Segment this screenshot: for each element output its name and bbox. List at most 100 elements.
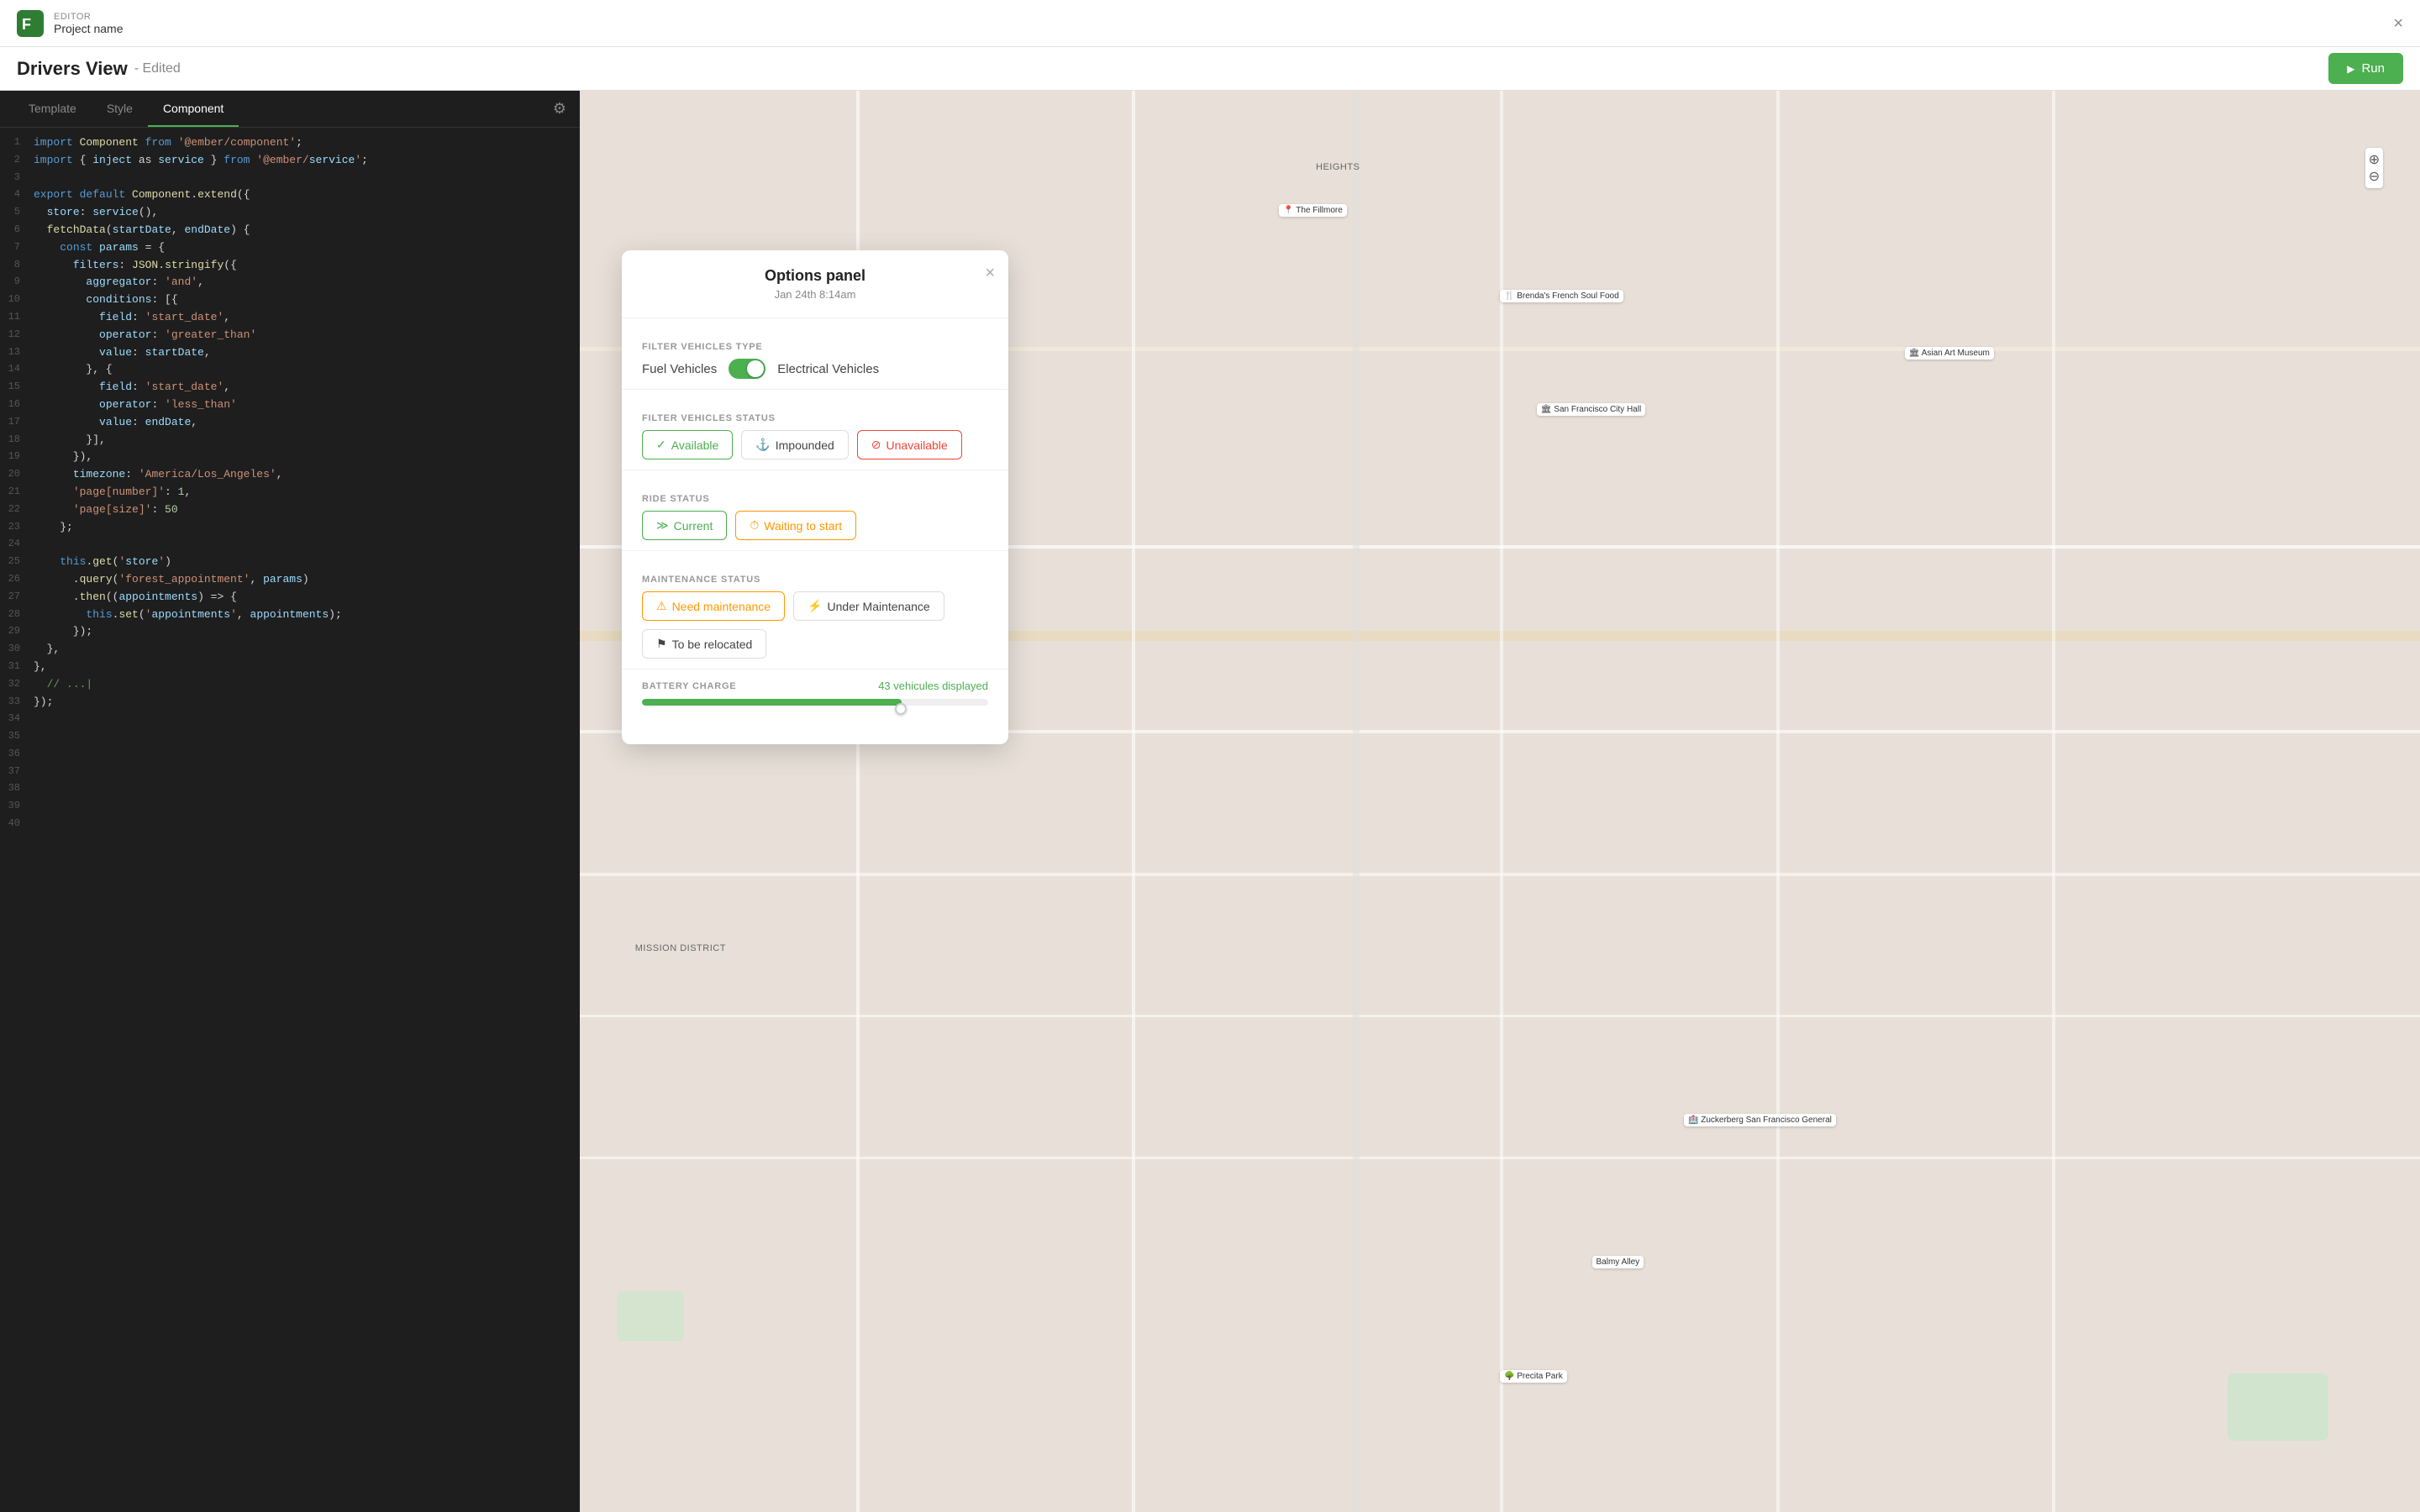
filter-icon[interactable]: ⚙ xyxy=(553,100,566,118)
poi-fillmore: 📍 The Fillmore xyxy=(1279,204,1347,217)
line-content: filters: JSON.stringify({ xyxy=(34,257,237,275)
svg-text:F: F xyxy=(22,16,31,33)
map-label-heights: HEIGHTS xyxy=(1316,162,1360,172)
status-available-btn[interactable]: ✓ Available xyxy=(642,430,733,459)
battery-track[interactable] xyxy=(642,699,988,706)
line-number: 22 xyxy=(7,501,34,517)
code-editor[interactable]: 1import Component from '@ember/component… xyxy=(0,128,580,1512)
code-line-21: 21 'page[number]': 1, xyxy=(0,484,580,501)
line-content xyxy=(34,764,40,781)
line-number: 19 xyxy=(7,449,34,465)
fuel-vehicles-toggle[interactable] xyxy=(729,359,765,379)
filter-vehicles-type-content: Fuel Vehicles Electrical Vehicles xyxy=(622,359,1008,379)
line-number: 21 xyxy=(7,484,34,500)
line-content: import { inject as service } from '@embe… xyxy=(34,152,368,170)
code-line-20: 20 timezone: 'America/Los_Angeles', xyxy=(0,466,580,484)
line-number: 3 xyxy=(7,170,34,186)
line-number: 4 xyxy=(7,186,34,202)
line-number: 2 xyxy=(7,152,34,168)
line-number: 11 xyxy=(7,309,34,325)
view-title: Drivers View - Edited xyxy=(17,58,181,80)
line-number: 27 xyxy=(7,589,34,605)
ride-current-label: Current xyxy=(674,519,713,533)
line-content: this.set('appointments', appointments); xyxy=(34,606,342,624)
code-line-36: 36 xyxy=(0,746,580,764)
ban-icon: ⊘ xyxy=(871,438,881,452)
line-content: conditions: [{ xyxy=(34,291,178,309)
line-content: field: 'start_date', xyxy=(34,379,230,396)
code-line-33: 33}); xyxy=(0,694,580,711)
chevron-icon: ≫ xyxy=(656,518,669,533)
ride-filter-buttons: ≫ Current ⏱ Waiting to start xyxy=(642,511,988,540)
status-unavailable-btn[interactable]: ⊘ Unavailable xyxy=(857,430,962,459)
maint-relocate-btn[interactable]: ⚑ To be relocated xyxy=(642,629,766,659)
toggle-row: Fuel Vehicles Electrical Vehicles xyxy=(642,359,988,379)
maint-need-btn[interactable]: ⚠ Need maintenance xyxy=(642,591,785,621)
panel-date: Jan 24th 8:14am xyxy=(639,288,992,301)
line-number: 1 xyxy=(7,134,34,150)
flag-icon: ⚑ xyxy=(656,637,667,651)
filter-vehicles-type-label: FILTER VEHICLES TYPE xyxy=(622,328,1008,359)
line-number: 38 xyxy=(7,780,34,796)
code-line-22: 22 'page[size]': 50 xyxy=(0,501,580,519)
line-number: 15 xyxy=(7,379,34,395)
tab-component[interactable]: Component xyxy=(148,92,239,127)
code-line-40: 40 xyxy=(0,816,580,833)
line-number: 28 xyxy=(7,606,34,622)
line-content: aggregator: 'and', xyxy=(34,274,204,291)
filter-vehicles-status-content: ✓ Available ⚓ Impounded ⊘ Unavailable xyxy=(622,430,1008,459)
line-content: }); xyxy=(34,694,53,711)
tab-style[interactable]: Style xyxy=(92,92,148,127)
clock-icon: ⏱ xyxy=(750,518,759,533)
battery-count: 43 vehicules displayed xyxy=(878,680,988,692)
line-content: value: startDate, xyxy=(34,344,211,362)
code-line-8: 8 filters: JSON.stringify({ xyxy=(0,257,580,275)
battery-thumb[interactable] xyxy=(895,703,907,715)
map-control[interactable]: ⊕ ⊖ xyxy=(2365,148,2383,188)
maint-under-btn[interactable]: ⚡ Under Maintenance xyxy=(793,591,944,621)
project-name: Project name xyxy=(54,22,123,35)
line-content: }; xyxy=(34,519,73,537)
line-content: field: 'start_date', xyxy=(34,309,230,327)
map-panel: ANZA VISTA HEIGHTS MISSION DISTRICT 📍 Th… xyxy=(580,91,2420,1512)
status-unavailable-label: Unavailable xyxy=(886,438,948,452)
line-number: 32 xyxy=(7,676,34,692)
line-content: value: endDate, xyxy=(34,414,197,432)
poi-brendas: 🍴 Brenda's French Soul Food xyxy=(1500,290,1623,302)
code-line-32: 32 // ...| xyxy=(0,676,580,694)
line-number: 24 xyxy=(7,536,34,552)
line-number: 16 xyxy=(7,396,34,412)
maintenance-status-label: MAINTENANCE STATUS xyxy=(622,561,1008,591)
code-line-2: 2import { inject as service } from '@emb… xyxy=(0,152,580,170)
ride-current-btn[interactable]: ≫ Current xyxy=(642,511,727,540)
maintenance-status-content: ⚠ Need maintenance ⚡ Under Maintenance ⚑… xyxy=(622,591,1008,659)
code-line-38: 38 xyxy=(0,780,580,798)
poi-precita: 🌳 Precita Park xyxy=(1500,1370,1567,1383)
code-line-14: 14 }, { xyxy=(0,361,580,379)
run-button[interactable]: ▶ Run xyxy=(2328,53,2403,84)
ride-status-content: ≫ Current ⏱ Waiting to start xyxy=(622,511,1008,540)
panel-close-button[interactable]: × xyxy=(985,264,995,283)
line-number: 39 xyxy=(7,798,34,814)
map-background: ANZA VISTA HEIGHTS MISSION DISTRICT 📍 Th… xyxy=(580,91,2420,1512)
maint-under-label: Under Maintenance xyxy=(828,600,930,613)
poi-city-hall: 🏛 San Francisco City Hall xyxy=(1537,403,1645,416)
poi-balmy: Balmy Alley xyxy=(1592,1256,1644,1268)
tab-bar: Template Style Component ⚙ xyxy=(0,91,580,128)
code-line-13: 13 value: startDate, xyxy=(0,344,580,362)
line-content: 'page[size]': 50 xyxy=(34,501,178,519)
close-button[interactable]: × xyxy=(2393,15,2403,32)
play-icon: ▶ xyxy=(2347,63,2354,75)
ride-waiting-btn[interactable]: ⏱ Waiting to start xyxy=(735,511,856,540)
tab-template[interactable]: Template xyxy=(13,92,92,127)
code-line-10: 10 conditions: [{ xyxy=(0,291,580,309)
line-content: 'page[number]': 1, xyxy=(34,484,191,501)
line-number: 30 xyxy=(7,641,34,657)
code-line-26: 26 .query('forest_appointment', params) xyxy=(0,571,580,589)
edited-label: - Edited xyxy=(134,61,181,76)
line-number: 25 xyxy=(7,554,34,570)
line-number: 10 xyxy=(7,291,34,307)
main-layout: Template Style Component ⚙ 1import Compo… xyxy=(0,91,2420,1512)
status-impounded-btn[interactable]: ⚓ Impounded xyxy=(741,430,849,459)
second-bar: Drivers View - Edited ▶ Run xyxy=(0,47,2420,91)
